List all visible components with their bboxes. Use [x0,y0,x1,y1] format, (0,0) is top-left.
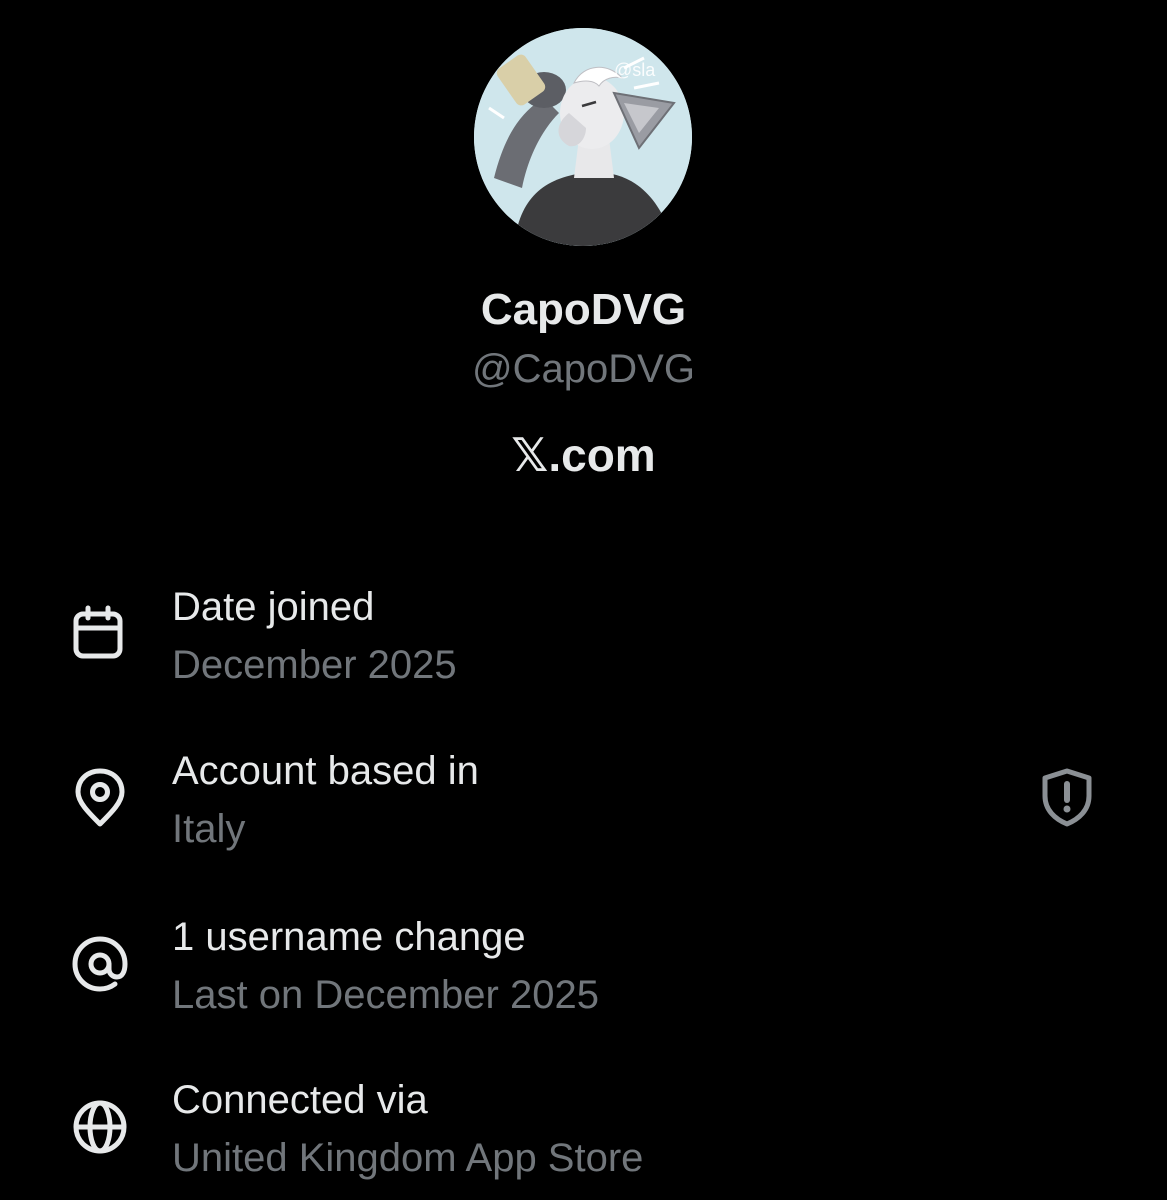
calendar-icon [68,602,132,666]
row-title: Connected via [172,1078,428,1122]
globe-icon [68,1095,132,1159]
profile-avatar[interactable]: @sla [474,28,692,246]
info-row-account-based-in: Account based in Italy [0,746,1167,866]
avatar-image: @sla [474,28,692,246]
user-handle: @CapoDVG [472,347,695,391]
row-title: Date joined [172,585,375,629]
info-row-username-change: 1 username change Last on December 2025 [0,912,1167,1032]
row-value: Last on December 2025 [172,973,599,1017]
display-name: CapoDVG [480,285,687,334]
row-value: December 2025 [172,643,457,687]
location-pin-icon [68,766,132,830]
row-value: United Kingdom App Store [172,1136,644,1180]
row-title: Account based in [172,749,479,793]
row-value: Italy [172,807,246,851]
info-row-connected-via: Connected via United Kingdom App Store [0,1075,1167,1195]
shield-alert-icon[interactable] [1036,766,1098,828]
avatar-watermark: @sla [614,60,656,80]
platform-domain: 𝕏.com [511,429,656,481]
info-row-date-joined: Date joined December 2025 [0,582,1167,702]
at-sign-icon [68,932,132,996]
row-title: 1 username change [172,915,526,959]
